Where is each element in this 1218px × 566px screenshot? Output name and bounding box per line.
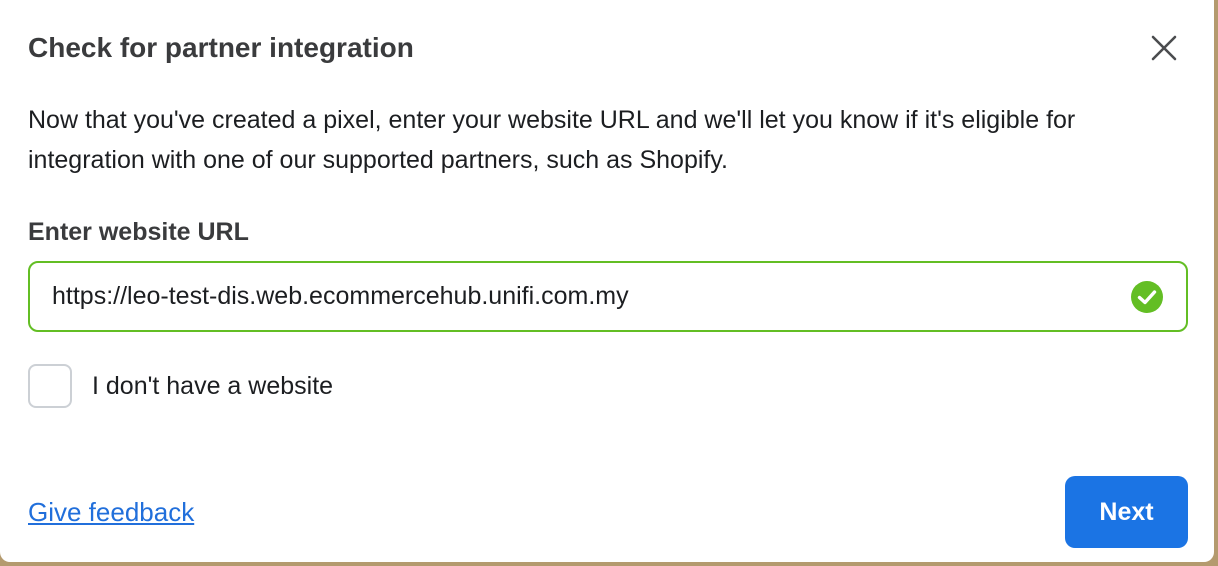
checkmark-circle-icon [1130,280,1164,314]
url-field-label: Enter website URL [28,218,249,246]
website-url-field [28,261,1188,332]
no-website-label: I don't have a website [92,372,334,400]
partner-integration-dialog: Check for partner integration Now that y… [0,0,1214,562]
close-button[interactable] [1144,28,1184,68]
no-website-checkbox[interactable] [28,364,72,408]
website-url-input[interactable] [30,263,1130,330]
give-feedback-link[interactable]: Give feedback [28,492,194,532]
next-button[interactable]: Next [1065,476,1188,548]
dialog-description: Now that you've created a pixel, enter y… [28,106,1076,174]
close-icon [1151,35,1177,61]
no-website-option[interactable]: I don't have a website [28,364,333,408]
dialog-title: Check for partner integration [28,32,414,63]
